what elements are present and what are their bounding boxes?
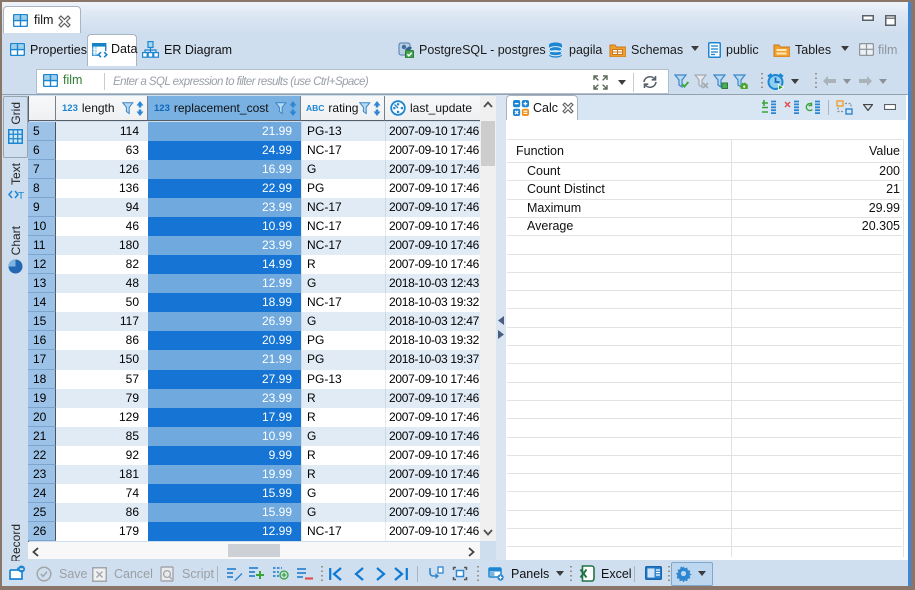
svg-text:T: T: [18, 191, 24, 202]
